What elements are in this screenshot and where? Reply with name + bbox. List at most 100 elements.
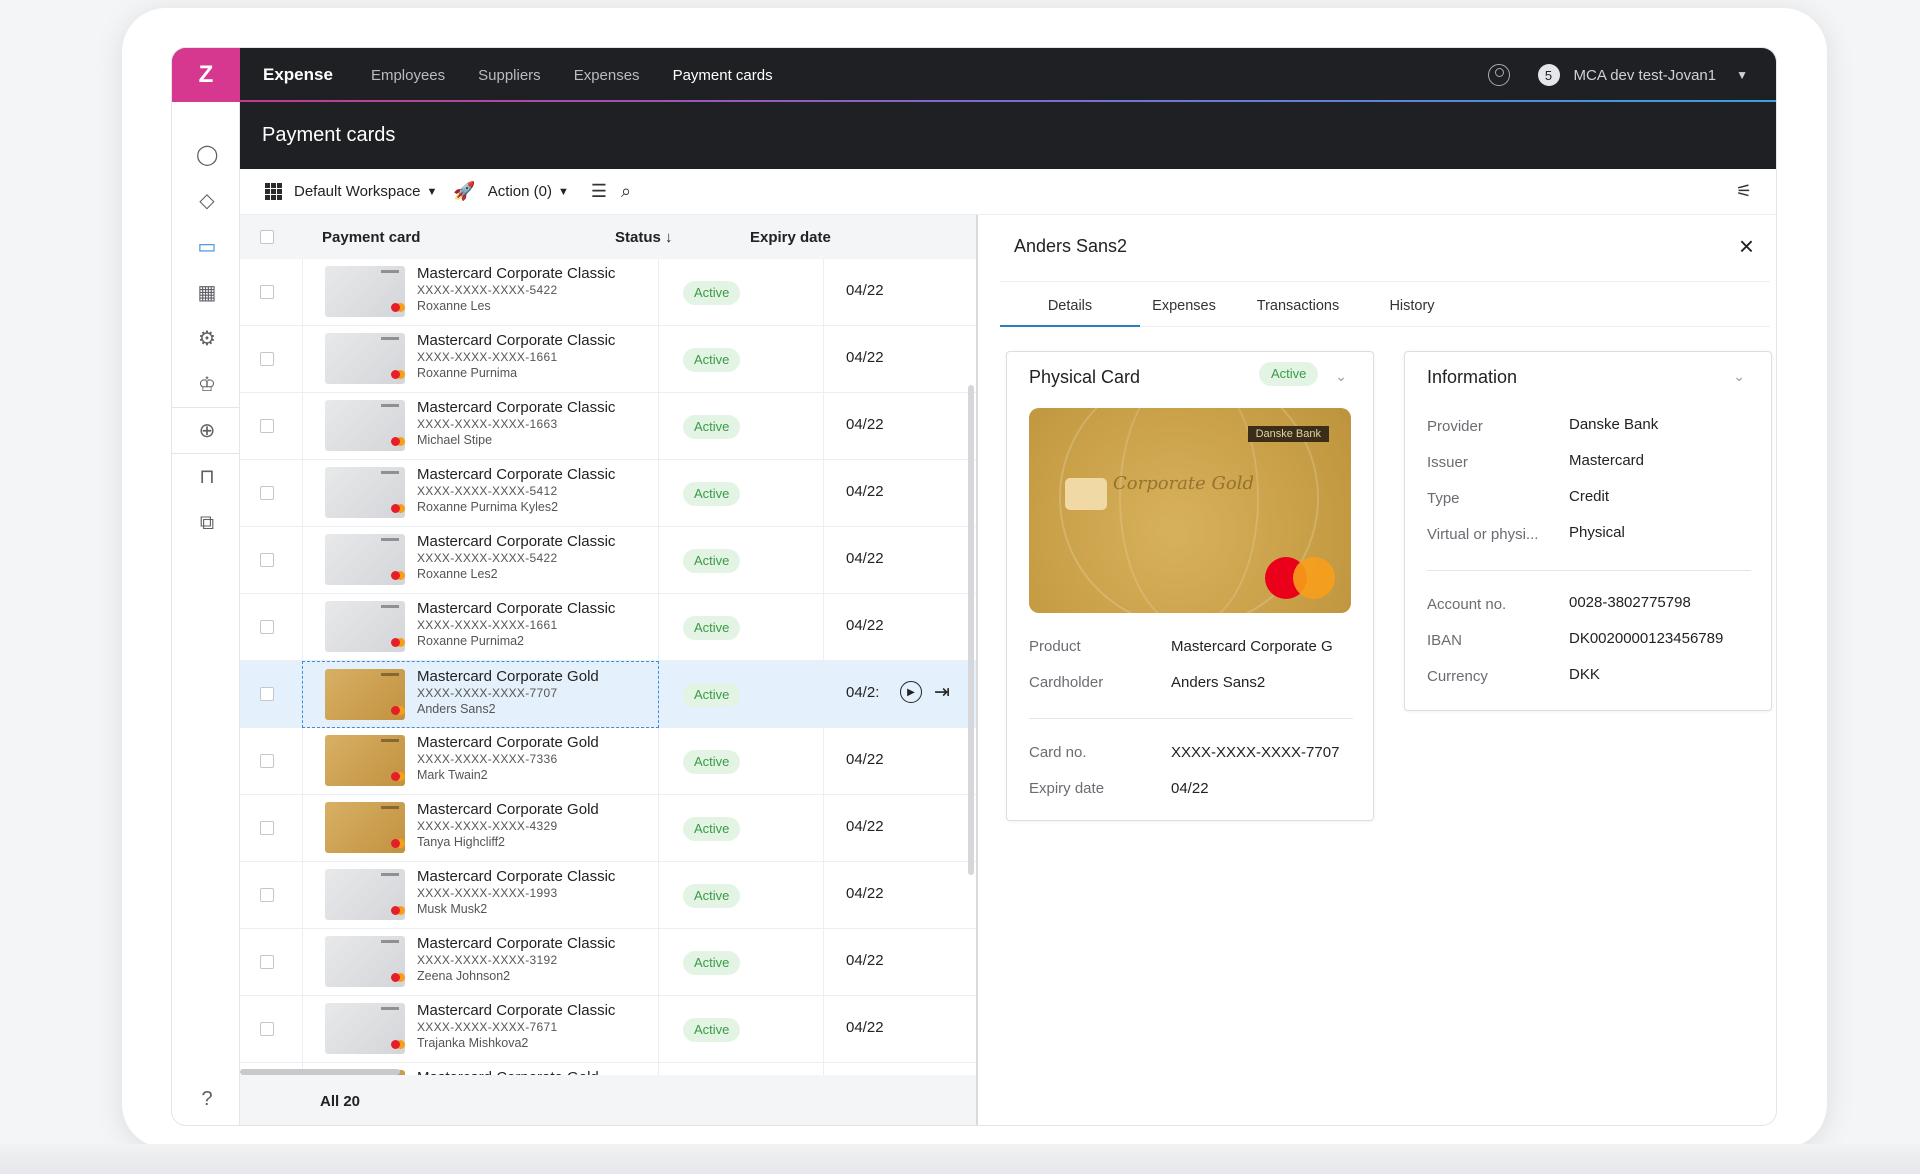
row-checkbox[interactable] xyxy=(260,754,274,768)
settings-sliders-icon[interactable]: ⚟ xyxy=(1736,181,1752,202)
card-number: XXXX-XXXX-XXXX-7336 xyxy=(417,752,558,766)
row-checkbox[interactable] xyxy=(260,620,274,634)
column-payment-card[interactable]: Payment card xyxy=(322,229,420,246)
row-checkbox[interactable] xyxy=(260,285,274,299)
row-checkbox[interactable] xyxy=(260,687,274,701)
payment-card-cell[interactable]: Mastercard Corporate Gold XXXX-XXXX-XXXX-… xyxy=(302,661,659,728)
chevron-down-icon[interactable]: ▼ xyxy=(1736,68,1748,82)
search-icon[interactable]: ⌕ xyxy=(621,181,631,202)
play-icon[interactable]: ▶ xyxy=(900,681,922,703)
status-badge: Active xyxy=(683,884,741,908)
table-row[interactable]: Mastercard Corporate Gold XXXX-XXXX-XXXX-… xyxy=(240,661,976,728)
mastercard-logo-icon xyxy=(1265,557,1337,599)
nav-payment-cards[interactable]: Payment cards xyxy=(673,67,773,84)
user-profile-icon[interactable] xyxy=(1487,64,1510,86)
table-row[interactable]: Mastercard Corporate Classic XXXX-XXXX-XX… xyxy=(240,929,976,996)
nav-suppliers[interactable]: Suppliers xyxy=(478,67,541,84)
information-title: Information xyxy=(1427,367,1518,387)
expiry-date: 04/22 xyxy=(846,282,884,299)
close-icon[interactable]: × xyxy=(1739,231,1754,262)
card-name: Mastercard Corporate Classic xyxy=(417,265,616,282)
filter-icon[interactable]: ☰ xyxy=(591,181,607,202)
card-thumbnail xyxy=(325,534,405,585)
table-row[interactable]: Mastercard Corporate Gold XXXX-XXXX-XXXX-… xyxy=(240,728,976,795)
row-checkbox[interactable] xyxy=(260,955,274,969)
table-row[interactable]: Mastercard Corporate Classic XXXX-XXXX-XX… xyxy=(240,393,976,460)
physical-card-title: Physical Card xyxy=(1029,367,1141,387)
notification-count-badge[interactable]: 5 xyxy=(1537,64,1560,86)
status-cell: Active xyxy=(659,728,824,795)
add-circle-icon[interactable]: ⊕ xyxy=(196,420,218,442)
payment-card-cell[interactable]: Mastercard Corporate Classic XXXX-XXXX-XX… xyxy=(302,259,659,326)
payment-card-cell[interactable]: Mastercard Corporate Classic XXXX-XXXX-XX… xyxy=(302,862,659,929)
payment-card-cell[interactable]: Mastercard Corporate Classic XXXX-XXXX-XX… xyxy=(302,594,659,661)
card-thumbnail xyxy=(325,802,405,853)
payment-card-cell[interactable]: Mastercard Corporate Gold XXXX-XXXX-XXXX-… xyxy=(302,795,659,862)
payment-card-cell[interactable]: Mastercard Corporate Classic XXXX-XXXX-XX… xyxy=(302,527,659,594)
expiry-date: 04/2: xyxy=(846,684,880,701)
column-status[interactable]: Status xyxy=(615,229,661,246)
gear-icon[interactable]: ⚙ xyxy=(196,328,218,350)
table-row[interactable]: Mastercard Corporate Classic XXXX-XXXX-XX… xyxy=(240,326,976,393)
card-name: Mastercard Corporate Classic xyxy=(417,935,616,952)
table-row[interactable]: Mastercard Corporate Gold XXXX-XXXX-XXXX-… xyxy=(240,795,976,862)
crown-icon[interactable]: ♔ xyxy=(196,374,218,396)
status-badge: Active xyxy=(1259,362,1319,386)
table-row[interactable]: Mastercard Corporate Classic XXXX-XXXX-XX… xyxy=(240,259,976,326)
table-row[interactable]: Mastercard Corporate Classic XXXX-XXXX-XX… xyxy=(240,460,976,527)
row-checkbox[interactable] xyxy=(260,553,274,567)
status-cell: Active xyxy=(659,594,824,661)
status-badge: Active xyxy=(683,951,741,975)
workspace-selector[interactable]: Default Workspace ▼ xyxy=(240,183,437,200)
row-checkbox[interactable] xyxy=(260,1022,274,1036)
tag-icon[interactable]: ◇ xyxy=(196,190,218,212)
action-label: Action (0) xyxy=(487,183,552,200)
card-thumbnail xyxy=(325,735,405,786)
person-icon[interactable]: ◯ xyxy=(196,144,218,166)
open-detail-icon[interactable]: ⇥ xyxy=(934,681,950,704)
cardholder-name: Trajanka Mishkova2 xyxy=(417,1036,529,1050)
cardholder-name: Anders Sans2 xyxy=(417,702,496,716)
nav-expenses[interactable]: Expenses xyxy=(574,67,640,84)
field-value: Credit xyxy=(1569,488,1610,505)
chevron-down-icon[interactable]: ⌄ xyxy=(1733,368,1745,385)
integrations-icon[interactable]: ⧉ xyxy=(196,512,218,534)
payment-card-cell[interactable]: Mastercard Corporate Gold XXXX-XXXX-XXXX-… xyxy=(302,728,659,795)
status-cell: Active xyxy=(659,661,824,728)
sort-down-icon[interactable]: ↓ xyxy=(665,229,673,246)
payment-card-cell[interactable]: Mastercard Corporate Classic XXXX-XXXX-XX… xyxy=(302,460,659,527)
table-row[interactable]: Mastercard Corporate Classic XXXX-XXXX-XX… xyxy=(240,594,976,661)
chevron-down-icon[interactable]: ⌄ xyxy=(1335,368,1347,385)
table-row[interactable]: Mastercard Corporate Classic XXXX-XXXX-XX… xyxy=(240,527,976,594)
table-row[interactable]: Mastercard Corporate Classic XXXX-XXXX-XX… xyxy=(240,996,976,1063)
account-name[interactable]: MCA dev test-Jovan1 xyxy=(1574,67,1717,84)
column-expiry-date[interactable]: Expiry date xyxy=(750,229,831,246)
calculator-icon[interactable]: ▦ xyxy=(196,282,218,304)
vertical-scrollbar[interactable] xyxy=(968,385,974,875)
row-checkbox[interactable] xyxy=(260,821,274,835)
row-checkbox[interactable] xyxy=(260,419,274,433)
detail-tabs: Details Expenses Transactions History xyxy=(1000,281,1770,327)
payment-card-cell[interactable]: Mastercard Corporate Classic XXXX-XXXX-XX… xyxy=(302,393,659,460)
bookmark-icon[interactable]: ⊓ xyxy=(196,466,218,488)
tab-history[interactable]: History xyxy=(1342,298,1482,314)
grid-icon xyxy=(265,183,282,200)
nav-employees[interactable]: Employees xyxy=(371,67,445,84)
credit-card-icon[interactable]: ▭ xyxy=(196,236,218,258)
row-checkbox[interactable] xyxy=(260,352,274,366)
table-row[interactable]: Mastercard Corporate Classic XXXX-XXXX-XX… xyxy=(240,862,976,929)
payment-card-cell[interactable]: Mastercard Corporate Classic XXXX-XXXX-XX… xyxy=(302,996,659,1063)
row-checkbox[interactable] xyxy=(260,486,274,500)
expiry-date: 04/22 xyxy=(846,349,884,366)
payment-card-cell[interactable]: Mastercard Corporate Classic XXXX-XXXX-XX… xyxy=(302,326,659,393)
zeal-logo-icon[interactable]: Z xyxy=(172,48,240,102)
card-number: XXXX-XXXX-XXXX-3192 xyxy=(417,953,558,967)
select-all-checkbox[interactable] xyxy=(260,230,274,244)
card-thumbnail xyxy=(325,467,405,518)
row-checkbox[interactable] xyxy=(260,888,274,902)
status-cell: Active xyxy=(659,996,824,1063)
field-value: Physical xyxy=(1569,524,1625,541)
payment-card-cell[interactable]: Mastercard Corporate Classic XXXX-XXXX-XX… xyxy=(302,929,659,996)
help-icon[interactable]: ? xyxy=(196,1088,218,1110)
action-menu[interactable]: 🚀 Action (0) ▼ xyxy=(453,181,569,202)
